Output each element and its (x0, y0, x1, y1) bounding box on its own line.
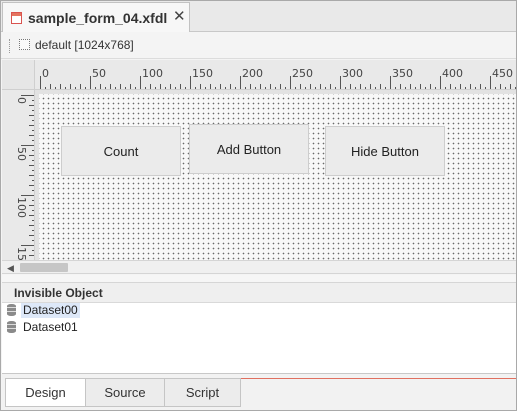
tab-design[interactable]: Design (5, 378, 86, 407)
design-canvas[interactable]: Count Add Button Hide Button (35, 90, 516, 260)
list-item-dataset00[interactable]: Dataset00 (5, 303, 205, 319)
ruler-tick-label: 150 (192, 67, 213, 80)
editor-mode-tab-bar: Design Source Script (2, 373, 516, 410)
dataset-label: Dataset00 (21, 303, 80, 318)
horizontal-ruler: 0 50 100 150 200 250 300 350 400 450 (35, 60, 516, 90)
horizontal-ruler-graphic: 0 50 100 150 200 250 300 350 400 450 (40, 67, 516, 89)
toolbar-grip-icon (9, 39, 12, 53)
database-icon (7, 321, 16, 333)
ruler-tick-label: 300 (342, 67, 363, 80)
form-file-icon (11, 12, 22, 24)
ruler-tick-label: 450 (492, 67, 513, 80)
invisible-object-list: Dataset00 Dataset01 (2, 303, 516, 373)
tab-script[interactable]: Script (164, 378, 241, 407)
vertical-ruler-graphic: 0 50 100 150 (15, 95, 34, 260)
document-tab-title: sample_form_04.xfdl (28, 10, 168, 26)
ruler-tick-label: 150 (15, 247, 28, 260)
scrollbar-thumb[interactable] (20, 263, 68, 272)
database-icon (7, 304, 16, 316)
ruler-tick-label: 250 (292, 67, 313, 80)
vertical-ruler: 0 50 100 150 (2, 90, 35, 260)
ruler-corner (2, 60, 35, 90)
ruler-tick-label: 200 (242, 67, 263, 80)
add-button[interactable]: Add Button (189, 124, 309, 174)
form-editor-window: sample_form_04.xfdl ✕ default [1024x768]… (0, 0, 517, 411)
screen-label[interactable]: default [1024x768] (35, 38, 134, 52)
document-tab-bar: sample_form_04.xfdl ✕ (1, 1, 516, 32)
ruler-tick-label: 0 (15, 97, 28, 104)
invisible-object-header: Invisible Object (2, 283, 516, 303)
form-grid-area[interactable]: Count Add Button Hide Button (39, 94, 516, 260)
ruler-tick-label: 50 (15, 147, 28, 161)
invisible-object-title: Invisible Object (14, 286, 103, 300)
ruler-tick-label: 400 (442, 67, 463, 80)
screen-icon (19, 39, 30, 50)
screen-info-bar: default [1024x768] (1, 32, 516, 59)
count-button[interactable]: Count (61, 126, 181, 176)
horizontal-scrollbar[interactable]: ◀ (2, 260, 516, 274)
ruler-tick-label: 50 (92, 67, 106, 80)
panel-splitter[interactable] (2, 275, 516, 283)
ruler-tick-label: 100 (142, 67, 163, 80)
document-tab[interactable]: sample_form_04.xfdl ✕ (2, 2, 190, 32)
ruler-tick-label: 0 (42, 67, 49, 80)
close-icon[interactable]: ✕ (173, 9, 186, 25)
scroll-left-icon[interactable]: ◀ (7, 263, 14, 274)
tab-source[interactable]: Source (85, 378, 165, 407)
ruler-tick-label: 100 (15, 197, 28, 218)
list-item-dataset01[interactable]: Dataset01 (5, 320, 205, 336)
dataset-label: Dataset01 (23, 320, 78, 334)
hide-button[interactable]: Hide Button (325, 126, 445, 176)
ruler-tick-label: 350 (392, 67, 413, 80)
